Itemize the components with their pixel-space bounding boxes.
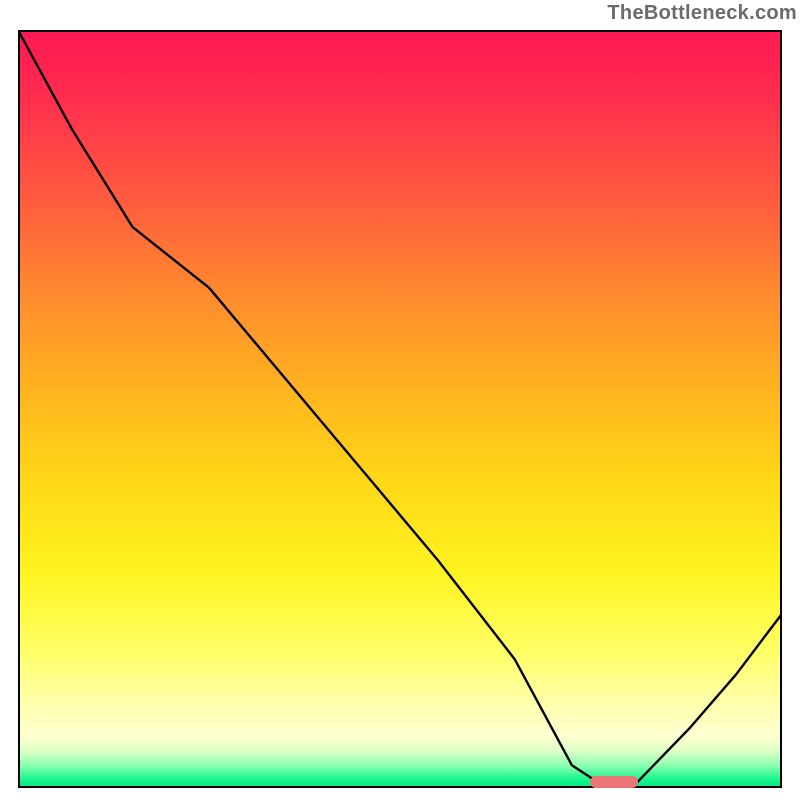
watermark-text: TheBottleneck.com bbox=[607, 2, 797, 25]
bottleneck-curve bbox=[18, 30, 782, 788]
optimal-range-pill bbox=[590, 776, 638, 788]
